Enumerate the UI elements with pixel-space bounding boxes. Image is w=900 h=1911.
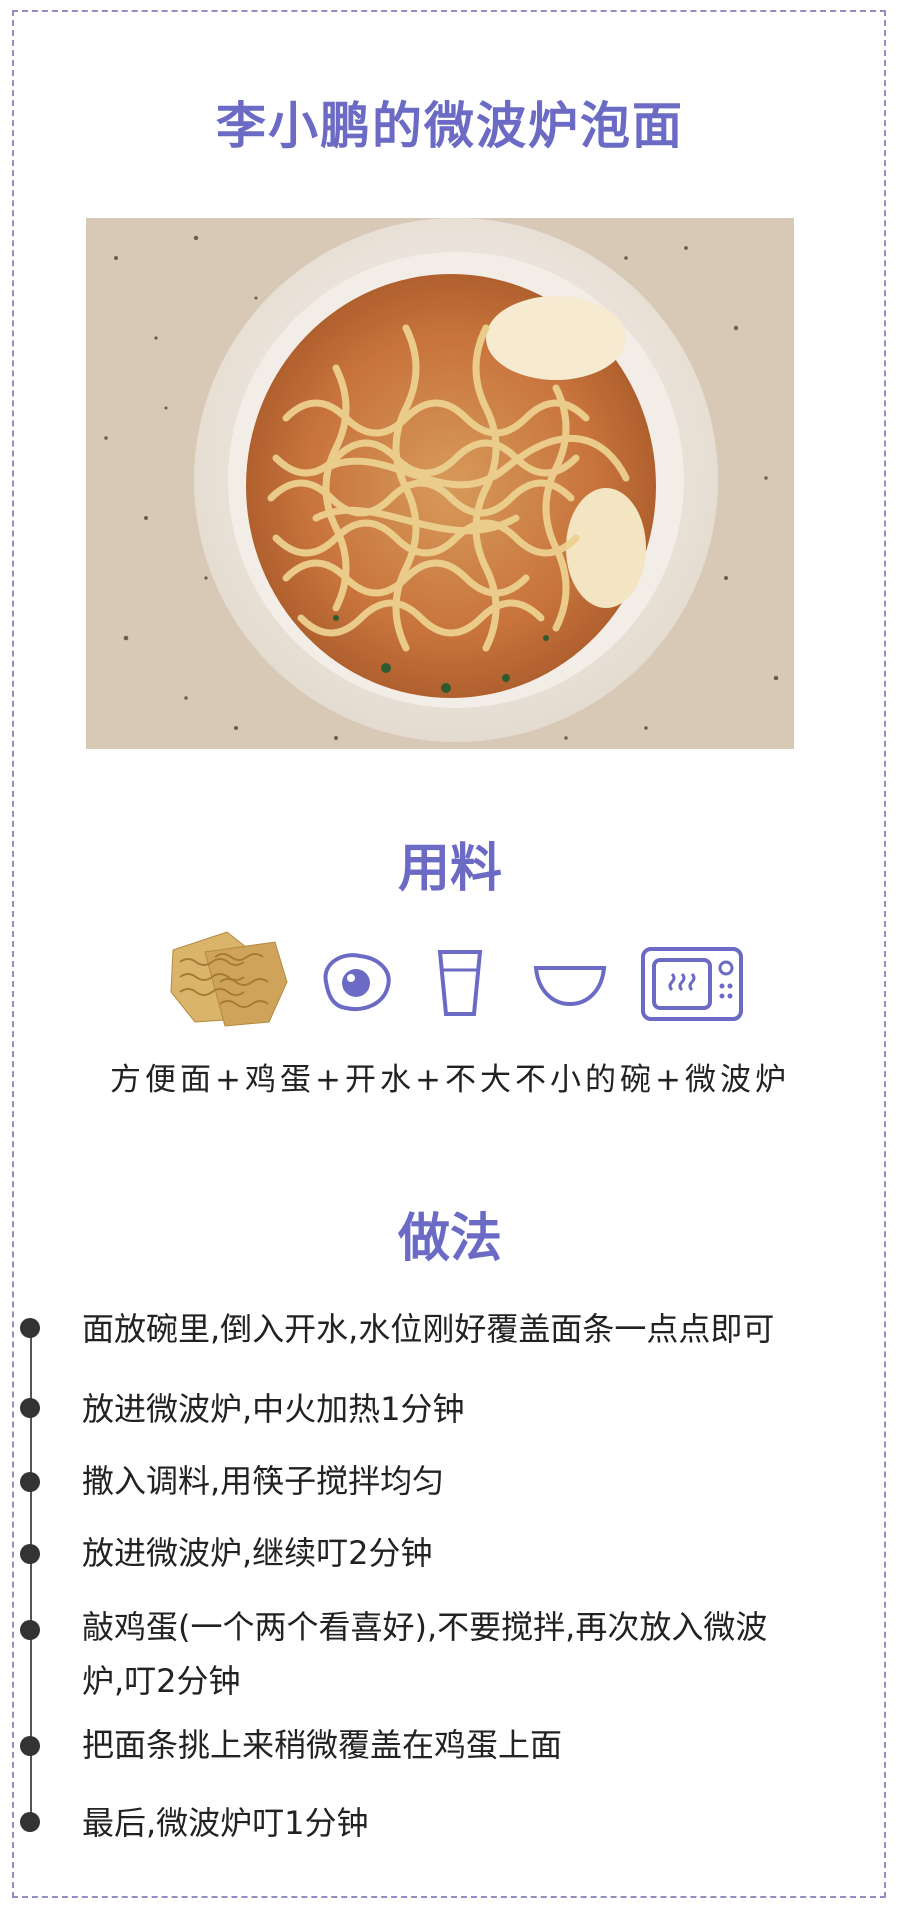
step-dot [20, 1620, 40, 1640]
noodle-bowl-photo [86, 218, 794, 749]
fried-egg-icon [323, 953, 391, 1011]
step-dot [20, 1398, 40, 1418]
page-title: 李小鹏的微波炉泡面 [216, 97, 684, 155]
noodle-photo [86, 218, 794, 749]
glass-of-water-icon [437, 950, 483, 1016]
step-text: 放进微波炉,继续叮2分钟 [82, 1534, 433, 1572]
step-dot [20, 1318, 40, 1338]
step-text: 撒入调料,用筷子搅拌均匀 [82, 1462, 445, 1500]
step-text: 最后,微波炉叮1分钟 [82, 1804, 369, 1842]
step-dot [20, 1472, 40, 1492]
ingredients-heading: 用料 [397, 839, 502, 899]
method-heading: 做法 [397, 1209, 502, 1269]
step-dot [20, 1736, 40, 1756]
step-text: 敲鸡蛋(一个两个看喜好),不要搅拌,再次放入微波 炉,叮2分钟 [82, 1608, 768, 1700]
step-dot [20, 1544, 40, 1564]
ingredients-list: 方便面+鸡蛋+开水+不大不小的碗+微波炉 [110, 1062, 790, 1098]
step-text: 放进微波炉,中火加热1分钟 [82, 1390, 465, 1428]
step-text: 面放碗里,倒入开水,水位刚好覆盖面条一点点即可 [82, 1310, 775, 1348]
microwave-icon [641, 947, 743, 1021]
step-text: 把面条挑上来稍微覆盖在鸡蛋上面 [82, 1726, 563, 1764]
step-dot [20, 1812, 40, 1832]
bowl-icon [533, 966, 607, 1007]
instant-noodle-block-icon [170, 931, 288, 1027]
